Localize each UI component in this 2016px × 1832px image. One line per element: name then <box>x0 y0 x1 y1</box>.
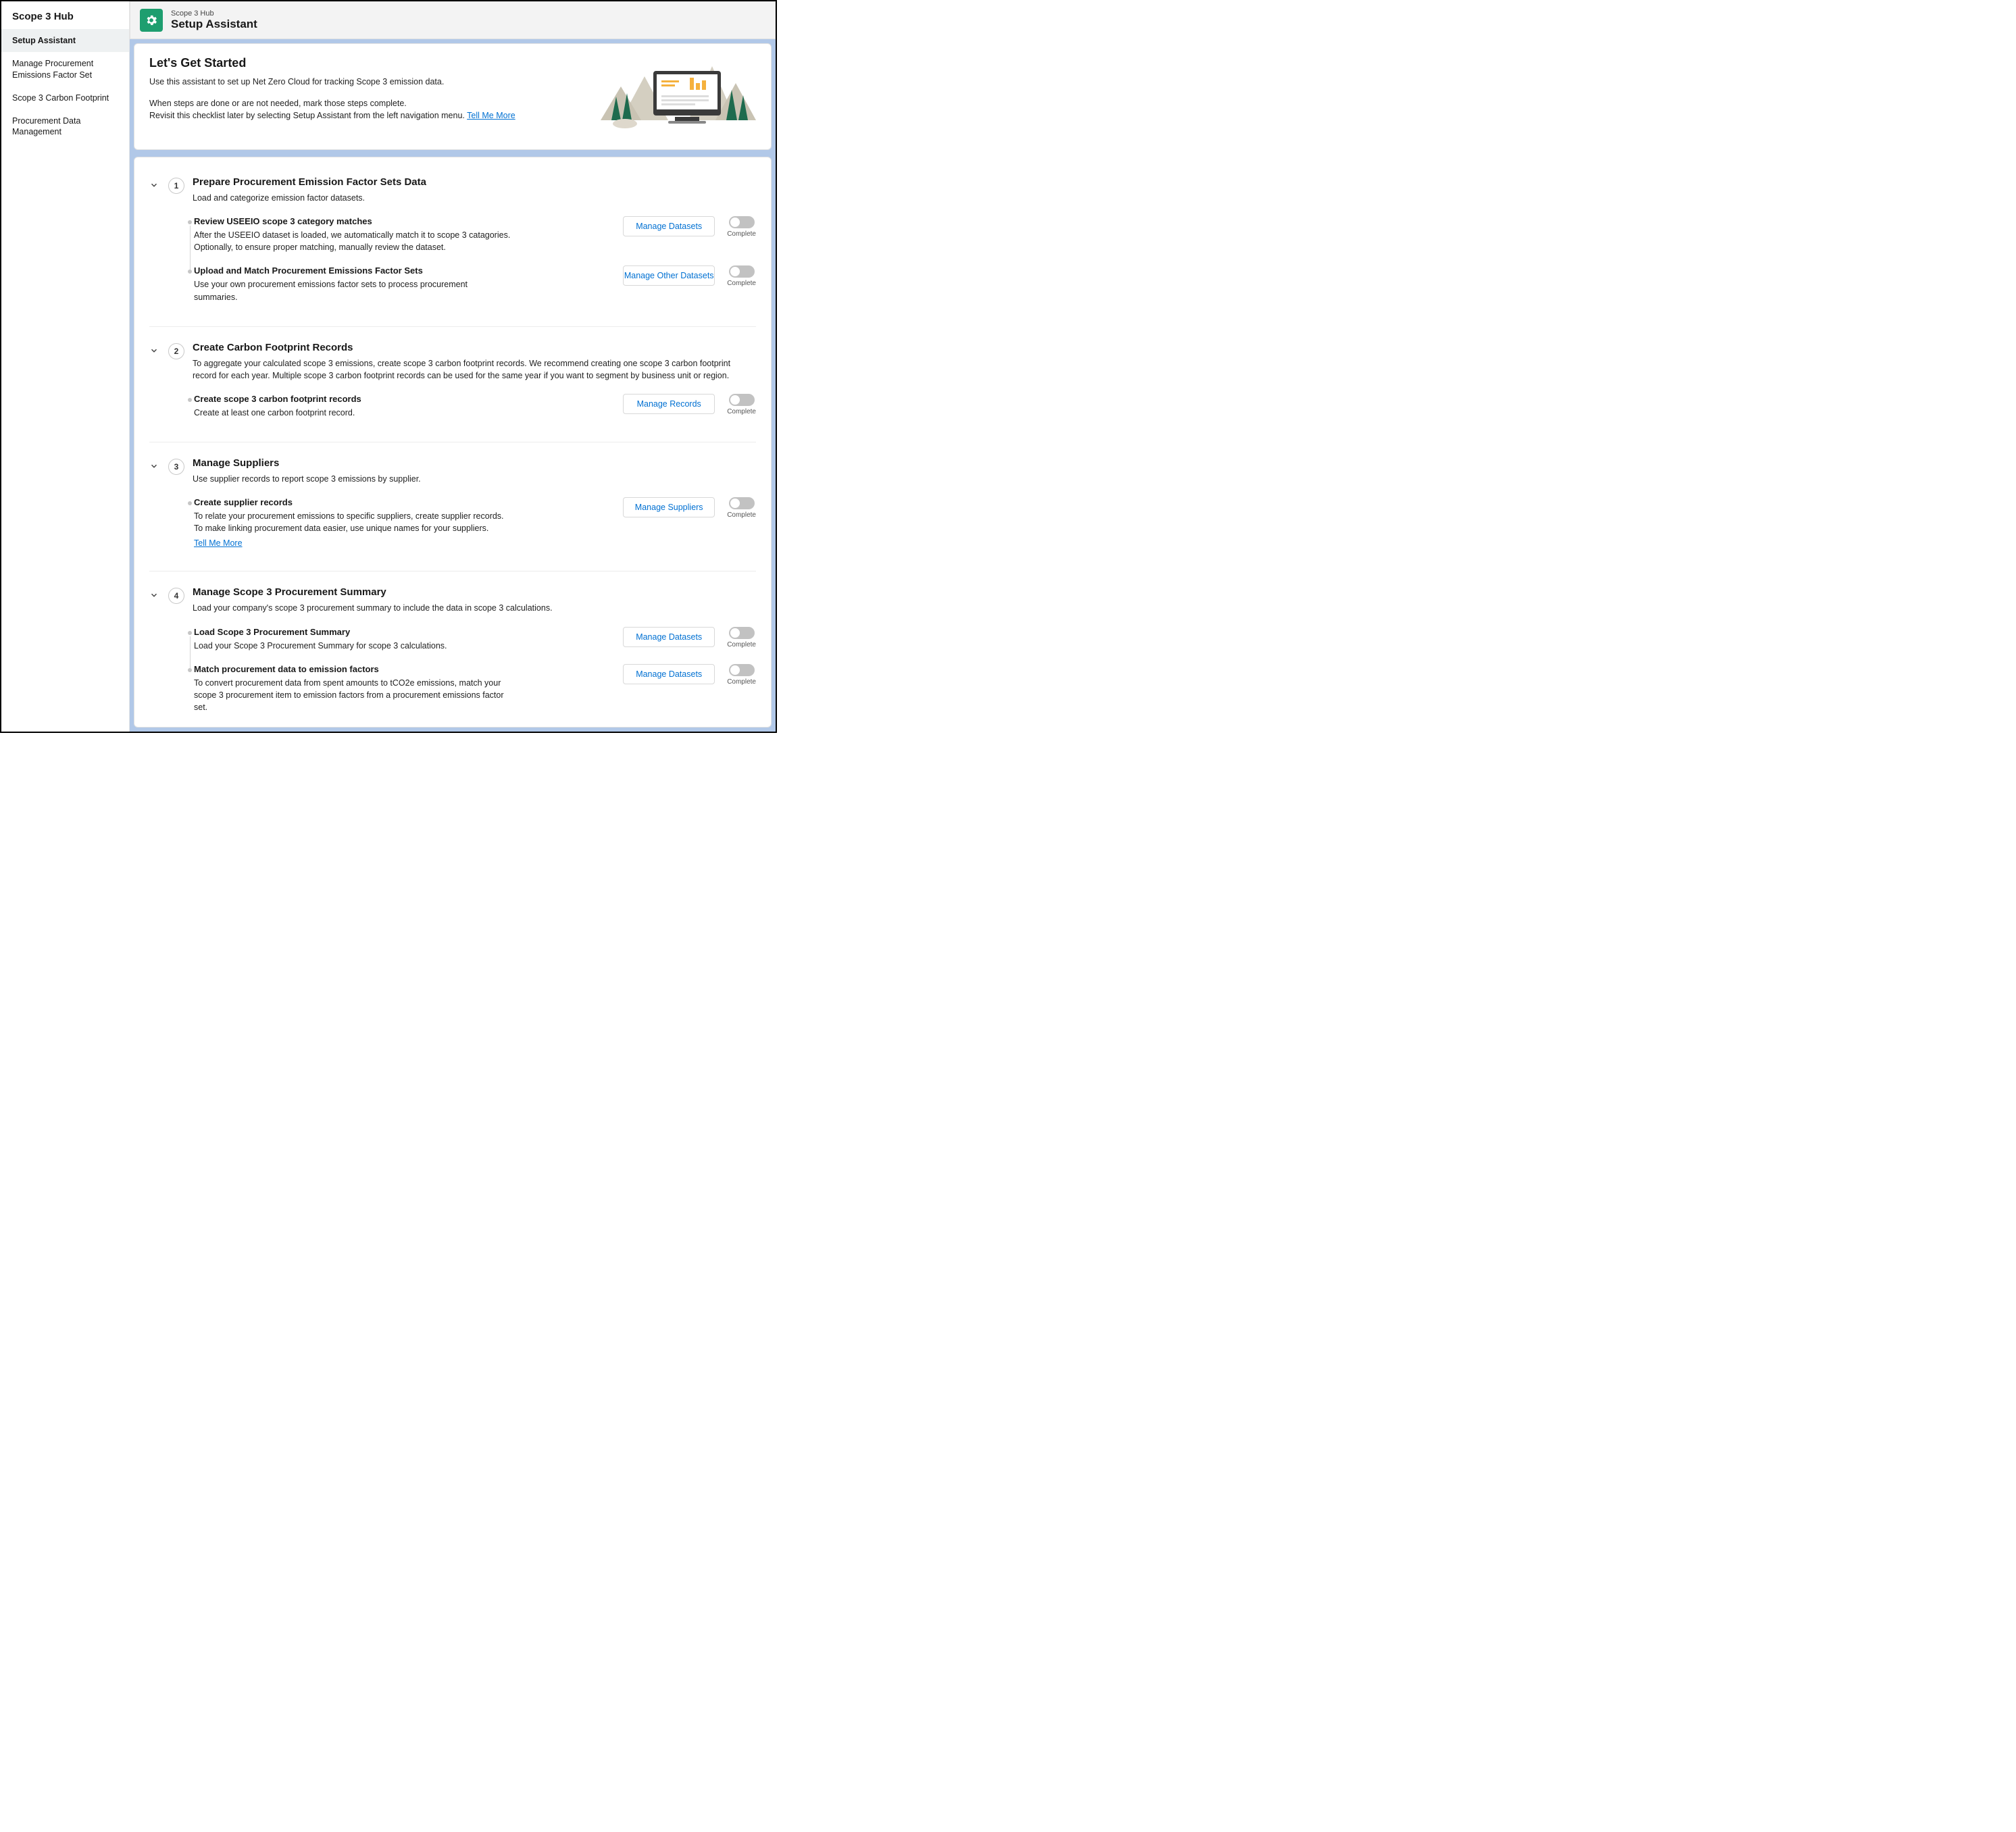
manage-button[interactable]: Manage Other Datasets <box>623 265 715 286</box>
step-row: Create supplier records To relate your pr… <box>186 497 756 548</box>
section-desc: Use supplier records to report scope 3 e… <box>193 473 756 485</box>
manage-button[interactable]: Manage Datasets <box>623 216 715 236</box>
main-area: Scope 3 Hub Setup Assistant Let's Get St… <box>130 1 776 732</box>
sidebar-item-0[interactable]: Setup Assistant <box>1 29 129 52</box>
toggle-label: Complete <box>727 511 756 519</box>
tell-me-more-link[interactable]: Tell Me More <box>467 111 515 120</box>
page-title: Setup Assistant <box>171 18 257 31</box>
step-title: Load Scope 3 Procurement Summary <box>194 627 612 637</box>
complete-toggle[interactable] <box>729 627 755 639</box>
steps-card: 1 Prepare Procurement Emission Factor Set… <box>134 157 772 728</box>
intro-heading: Let's Get Started <box>149 56 580 70</box>
step-row: Review USEEIO scope 3 category matches Af… <box>186 216 756 265</box>
step-title: Create supplier records <box>194 497 612 507</box>
step-desc: To convert procurement data from spent a… <box>194 677 511 713</box>
step-desc: Load your Scope 3 Procurement Summary fo… <box>194 640 511 652</box>
breadcrumb: Scope 3 Hub <box>171 9 257 18</box>
section-title: Create Carbon Footprint Records <box>193 342 756 353</box>
section-1: 1 Prepare Procurement Emission Factor Set… <box>134 161 771 303</box>
section-desc: To aggregate your calculated scope 3 emi… <box>193 357 756 382</box>
step-desc: After the USEEIO dataset is loaded, we a… <box>194 229 511 253</box>
section-number: 4 <box>168 588 184 604</box>
section-desc: Load and categorize emission factor data… <box>193 192 756 204</box>
sidebar-item-1[interactable]: Manage Procurement Emissions Factor Set <box>1 52 129 86</box>
complete-toggle[interactable] <box>729 394 755 406</box>
sidebar-title: Scope 3 Hub <box>1 1 129 29</box>
complete-toggle[interactable] <box>729 265 755 278</box>
manage-button[interactable]: Manage Datasets <box>623 627 715 647</box>
sidebar: Scope 3 Hub Setup AssistantManage Procur… <box>1 1 130 732</box>
toggle-label: Complete <box>727 230 756 238</box>
intro-card: Let's Get Started Use this assistant to … <box>134 43 772 150</box>
sidebar-item-3[interactable]: Procurement Data Management <box>1 109 129 144</box>
section-number: 1 <box>168 178 184 194</box>
step-desc: Create at least one carbon footprint rec… <box>194 407 511 419</box>
section-desc: Load your company's scope 3 procurement … <box>193 602 756 614</box>
complete-toggle[interactable] <box>729 664 755 676</box>
toggle-label: Complete <box>727 408 756 415</box>
manage-button[interactable]: Manage Suppliers <box>623 497 715 517</box>
chevron-down-icon[interactable] <box>149 180 160 191</box>
step-desc: Use your own procurement emissions facto… <box>194 278 511 303</box>
complete-toggle[interactable] <box>729 216 755 228</box>
complete-toggle[interactable] <box>729 497 755 509</box>
chevron-down-icon[interactable] <box>149 590 160 601</box>
section-number: 2 <box>168 343 184 359</box>
step-title: Create scope 3 carbon footprint records <box>194 394 612 404</box>
manage-button[interactable]: Manage Records <box>623 394 715 414</box>
step-title: Review USEEIO scope 3 category matches <box>194 216 612 226</box>
section-title: Manage Scope 3 Procurement Summary <box>193 586 756 598</box>
intro-line2: When steps are done or are not needed, m… <box>149 97 580 122</box>
section-title: Prepare Procurement Emission Factor Sets… <box>193 176 756 188</box>
setup-gear-icon <box>140 9 163 32</box>
step-title: Upload and Match Procurement Emissions F… <box>194 265 612 276</box>
chevron-down-icon[interactable] <box>149 346 160 357</box>
section-4: 4 Manage Scope 3 Procurement Summary Load … <box>134 571 771 713</box>
section-title: Manage Suppliers <box>193 457 756 469</box>
section-number: 3 <box>168 459 184 475</box>
section-2: 2 Create Carbon Footprint Records To aggre… <box>134 327 771 419</box>
chevron-down-icon[interactable] <box>149 461 160 472</box>
step-desc: To relate your procurement emissions to … <box>194 510 511 534</box>
section-3: 3 Manage Suppliers Use supplier records to… <box>134 442 771 548</box>
step-row: Match procurement data to emission facto… <box>186 664 756 713</box>
tell-me-more-link[interactable]: Tell Me More <box>194 538 243 548</box>
toggle-label: Complete <box>727 280 756 287</box>
intro-line1: Use this assistant to set up Net Zero Cl… <box>149 76 580 88</box>
step-title: Match procurement data to emission facto… <box>194 664 612 674</box>
step-row: Create scope 3 carbon footprint records C… <box>186 394 756 419</box>
manage-button[interactable]: Manage Datasets <box>623 664 715 684</box>
toggle-label: Complete <box>727 678 756 686</box>
page-header: Scope 3 Hub Setup Assistant <box>130 1 776 39</box>
hero-illustration <box>594 56 756 137</box>
toggle-label: Complete <box>727 641 756 648</box>
sidebar-item-2[interactable]: Scope 3 Carbon Footprint <box>1 86 129 109</box>
step-row: Upload and Match Procurement Emissions F… <box>186 265 756 303</box>
step-row: Load Scope 3 Procurement Summary Load you… <box>186 627 756 664</box>
